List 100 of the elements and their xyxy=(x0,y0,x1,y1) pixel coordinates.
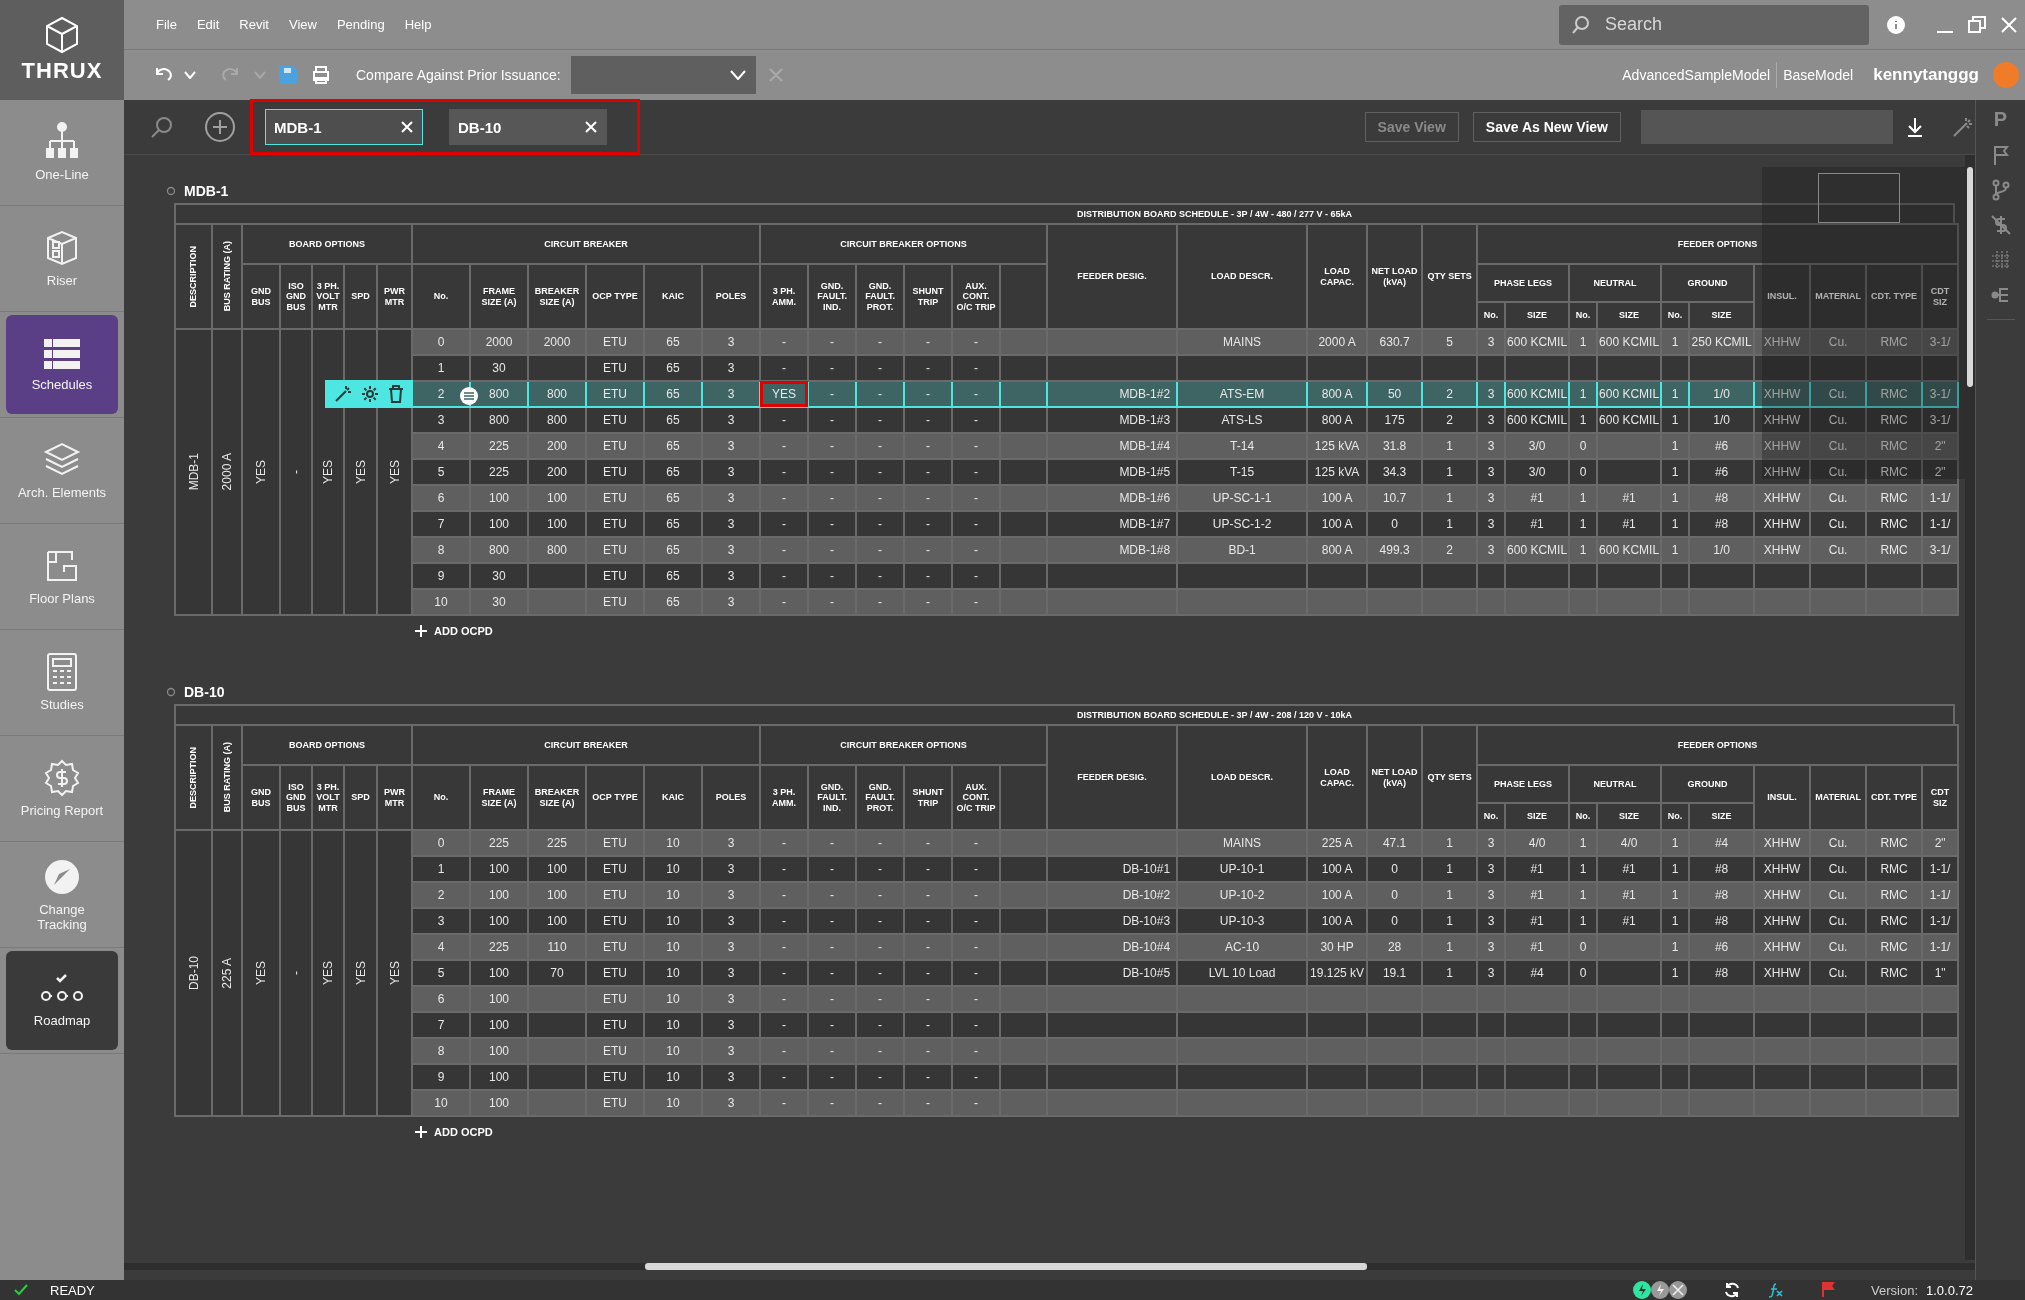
table-cell: 6 xyxy=(412,986,470,1012)
menu-item[interactable]: Revit xyxy=(229,10,279,39)
menu-item[interactable]: Pending xyxy=(326,10,395,39)
column-header: SIZE xyxy=(1597,302,1662,329)
sidebar-item[interactable]: Change Tracking xyxy=(6,845,118,944)
collapse-icon[interactable] xyxy=(166,186,176,196)
table-cell: 3 xyxy=(412,908,470,934)
schedule-title: DISTRIBUTION BOARD SCHEDULE - 3P / 4W - 208 / 120 V - 10kA xyxy=(174,704,1955,724)
info-icon[interactable] xyxy=(1887,15,1905,34)
column-header: CIRCUIT BREAKER OPTIONS xyxy=(760,725,1048,765)
save-as-new-view-button[interactable]: Save As New View xyxy=(1472,112,1621,142)
table-cell: YES xyxy=(345,330,376,614)
table-cell: MDB-1#6 xyxy=(1047,485,1178,511)
sidebar-item[interactable]: Schedules xyxy=(6,315,118,414)
column-header: ISO GND BUS xyxy=(281,265,311,328)
search-icon[interactable] xyxy=(150,115,174,139)
close-icon[interactable] xyxy=(1999,14,2019,35)
crossed-lightning-icon[interactable] xyxy=(1669,1281,1687,1299)
search-field[interactable]: Search xyxy=(1559,4,1869,45)
download-icon[interactable] xyxy=(1905,116,1925,138)
tab[interactable]: DB-10 xyxy=(449,109,607,145)
menu-item[interactable]: Edit xyxy=(186,10,230,39)
model-name[interactable]: AdvancedSampleModel xyxy=(1616,67,1777,83)
table-cell: T-14 xyxy=(1177,433,1308,459)
column-header: POLES xyxy=(702,264,761,329)
sidebar-item[interactable]: Riser xyxy=(6,209,118,308)
column-header: SPD xyxy=(345,766,376,829)
column-header: BOARD OPTIONS xyxy=(243,726,411,764)
column-header: FEEDER DESIG. xyxy=(1047,725,1178,830)
print-icon[interactable] xyxy=(310,65,332,85)
lightning-icon[interactable] xyxy=(1651,1281,1669,1299)
horizontal-scrollbar[interactable] xyxy=(124,1263,1975,1270)
minimap-panel[interactable] xyxy=(1762,167,1967,479)
magic-wand-icon[interactable] xyxy=(1951,115,1975,139)
sidebar-item[interactable]: Pricing Report xyxy=(6,739,118,838)
table-cell: T-15 xyxy=(1177,459,1308,485)
column-header: KAIC xyxy=(644,264,702,329)
sidebar-item[interactable]: Roadmap xyxy=(6,951,118,1050)
refresh-icon[interactable] xyxy=(1723,1281,1741,1299)
branch-icon[interactable] xyxy=(1990,179,2011,201)
table-cell: - xyxy=(281,330,311,614)
column-header: PWR MTR xyxy=(378,265,411,328)
column-header: BREAKER SIZE (A) xyxy=(528,765,586,830)
sidebar-item[interactable]: Floor Plans xyxy=(6,527,118,626)
column-header: CIRCUIT BREAKER OPTIONS xyxy=(760,224,1048,264)
table-cell: 10 xyxy=(412,589,470,615)
grid-icon[interactable] xyxy=(1989,249,2012,271)
table-cell: MDB-1#2 xyxy=(1047,381,1178,407)
column-header: INSUL. xyxy=(1754,765,1811,830)
dropdown-field[interactable] xyxy=(570,56,756,94)
cube-logo-icon xyxy=(45,16,79,54)
table-cell: UP-10-3 xyxy=(1177,908,1308,934)
table-cell: DB-10#2 xyxy=(1047,882,1178,908)
model-name[interactable]: BaseModel xyxy=(1777,67,1860,83)
sidebar-item[interactable]: Studies xyxy=(6,633,118,732)
tab[interactable]: MDB-1 xyxy=(265,109,423,145)
table-cell: YES xyxy=(760,381,809,407)
sidebar-item[interactable]: Arch. Elements xyxy=(6,421,118,520)
column-header: GND. FAULT. PROT. xyxy=(856,765,905,830)
input-field[interactable] xyxy=(1641,110,1893,144)
viewport-frame[interactable] xyxy=(1818,173,1900,223)
settings-icon[interactable] xyxy=(361,385,379,403)
function-icon[interactable] xyxy=(1767,1282,1785,1298)
column-header: OCP TYPE xyxy=(586,264,644,329)
check-icon xyxy=(14,1283,28,1297)
column-header: KAIC xyxy=(644,765,702,830)
vertical-scrollbar[interactable] xyxy=(1965,155,1975,1260)
column-header: AUX. CONT. O/C TRIP xyxy=(952,264,1001,329)
column-header: PHASE LEGS xyxy=(1477,765,1570,803)
close-icon xyxy=(584,120,598,134)
collapse-icon[interactable] xyxy=(166,687,176,697)
add-icon[interactable] xyxy=(204,111,236,143)
column-header: LOAD CAPAC. xyxy=(1307,725,1368,830)
no-dollar-icon[interactable] xyxy=(1989,214,2012,236)
column-header: FEEDER OPTIONS xyxy=(1477,725,1959,765)
add-ocpd-button[interactable]: ADD OCPD xyxy=(414,1123,493,1141)
column-header: BUS RATING (A) xyxy=(213,225,241,328)
table-cell: MDB-1#7 xyxy=(1047,511,1178,537)
save-icon[interactable] xyxy=(278,65,298,85)
lightning-icon[interactable] xyxy=(1633,1281,1651,1299)
column-header: PWR MTR xyxy=(378,766,411,829)
sidebar-item[interactable]: One-Line xyxy=(6,103,118,202)
restore-icon[interactable] xyxy=(1967,14,1987,35)
table-cell: LVL 10 Load xyxy=(1177,960,1308,986)
column-header: LOAD DESCR. xyxy=(1177,224,1308,329)
magic-wand-icon[interactable] xyxy=(333,385,352,403)
column-header: NET LOAD (kVA) xyxy=(1367,725,1423,830)
table-cell: MDB-1 xyxy=(176,330,211,614)
status-text: READY xyxy=(50,1282,95,1298)
version-label: Version: xyxy=(1871,1282,1918,1298)
table-cell: BD-1 xyxy=(1177,537,1308,563)
menu-item[interactable]: File xyxy=(146,10,187,39)
trash-icon[interactable] xyxy=(388,385,405,403)
add-ocpd-button[interactable]: ADD OCPD xyxy=(414,622,493,640)
menu-item[interactable]: View xyxy=(279,10,327,39)
menu-item[interactable]: Help xyxy=(394,10,442,39)
parking-label[interactable]: P xyxy=(1993,108,2008,131)
flag-icon[interactable] xyxy=(1821,1282,1835,1298)
table-cell: YES xyxy=(378,330,411,614)
table-cell: DB-10 xyxy=(176,831,211,1115)
